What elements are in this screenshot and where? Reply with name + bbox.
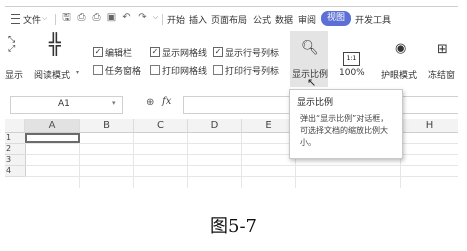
eye-protection-label[interactable]: 护眼模式 (381, 68, 417, 81)
zoom-in-icon[interactable]: ⊕ (146, 97, 154, 108)
zoom-tooltip: 显示比例 弹出“显示比例”对话框，可选择文档的缩放比例大小。 (289, 89, 403, 159)
row-header-3[interactable]: 3 (5, 155, 26, 166)
normal-view-icon[interactable]: ⤡ ⤢ (8, 36, 15, 54)
gridline (241, 133, 242, 188)
checkbox-show-headers-label[interactable]: 显示行号列标 (225, 46, 279, 59)
divider (162, 14, 163, 25)
select-all-corner[interactable] (5, 119, 25, 133)
reading-mode-icon[interactable]: ╬ (49, 33, 61, 55)
column-header-b[interactable]: B (80, 119, 134, 133)
tooltip-body: 弹出“显示比例”对话框，可选择文档的缩放比例大小。 (300, 114, 389, 147)
eye-protection-icon[interactable]: ◉ (395, 42, 406, 56)
tab-data[interactable]: 数据 (275, 13, 293, 26)
checkbox-print-headers[interactable] (213, 65, 223, 75)
gridline (133, 133, 134, 188)
redo-icon[interactable]: ↷ (137, 12, 148, 23)
row-header-2[interactable]: 2 (5, 144, 26, 155)
tab-insert[interactable]: 插入 (189, 13, 207, 26)
zoom-100-icon[interactable]: 1:1 (343, 52, 360, 66)
divider (55, 14, 56, 25)
file-menu[interactable]: 文件 (23, 13, 41, 26)
tab-view[interactable]: 视图 (321, 11, 351, 26)
tab-formulas[interactable]: 公式 (253, 13, 271, 26)
checkbox-print-headers-label[interactable]: 打印行号列标 (225, 64, 279, 77)
name-box[interactable]: A1 ▾ (10, 96, 123, 114)
tab-review[interactable]: 审阅 (298, 13, 316, 26)
checkbox-show-headers[interactable]: ✓ (213, 47, 223, 57)
checkbox-print-gridlines[interactable] (150, 65, 160, 75)
undo-icon[interactable]: ↶ (121, 12, 132, 23)
file-dropdown-icon[interactable]: ⌵ (42, 14, 47, 23)
checkbox-print-gridlines-label[interactable]: 打印网格线 (162, 64, 207, 77)
freeze-panes-icon[interactable]: ⊞ (437, 43, 448, 57)
save-icon[interactable]: 🖫 (61, 12, 72, 23)
column-header-e[interactable]: E (242, 119, 296, 133)
tab-developer[interactable]: 开发工具 (355, 13, 391, 26)
reading-mode-dropdown-icon[interactable]: ▾ (76, 69, 79, 76)
row-header-4[interactable]: 4 (5, 166, 26, 177)
freeze-panes-label[interactable]: 冻结窗 (428, 68, 455, 81)
checkbox-formula-bar[interactable]: ✓ (93, 47, 103, 57)
menu-bar: 文件 ⌵ 🖫 ⎙ ⎙ ▣ ↶ ↷ ⌵ 开始 插入 页面布局 公式 数据 审阅 视… (5, 10, 458, 30)
figure-caption: 图5-7 (210, 216, 257, 237)
chevron-down-icon[interactable]: ▾ (112, 99, 116, 107)
checkbox-formula-bar-label[interactable]: 编辑栏 (105, 46, 132, 59)
top-border (5, 6, 458, 7)
column-header-d[interactable]: D (188, 119, 242, 133)
print-icon[interactable]: ⎙ (91, 12, 102, 23)
fx-icon[interactable]: fx (162, 96, 171, 107)
column-header-h[interactable]: H (401, 119, 458, 133)
tab-page-layout[interactable]: 页面布局 (211, 13, 247, 26)
print-preview-icon[interactable]: ⎙ (76, 12, 87, 23)
mouse-cursor-icon: ↖ (307, 76, 317, 89)
wps-window: 文件 ⌵ 🖫 ⎙ ⎙ ▣ ↶ ↷ ⌵ 开始 插入 页面布局 公式 数据 审阅 视… (5, 6, 458, 188)
normal-view-label[interactable]: 显示 (5, 68, 23, 81)
zoom-magnifier-icon: 🔍︎ (301, 40, 319, 56)
selected-cell-a1[interactable] (25, 133, 80, 143)
column-header-c[interactable]: C (134, 119, 188, 133)
checkbox-task-pane-label[interactable]: 任务窗格 (105, 64, 141, 77)
checkbox-task-pane[interactable] (93, 65, 103, 75)
row-header-1[interactable]: 1 (5, 133, 26, 144)
menu-icon[interactable] (11, 14, 20, 24)
more-icon[interactable]: ⌵ (150, 12, 161, 23)
name-box-value: A1 (58, 99, 70, 109)
tab-home[interactable]: 开始 (167, 13, 185, 26)
checkbox-show-gridlines[interactable]: ✓ (150, 47, 160, 57)
zoom-button[interactable]: 🔍︎ 显示比例 ↖ (290, 31, 328, 89)
preview-icon[interactable]: ▣ (106, 12, 117, 23)
gridline (187, 133, 188, 188)
ribbon: ⤡ ⤢ 显示 ╬ 阅读模式 ▾ ✓ 编辑栏 ✓ 显示网格线 ✓ 显示行号列标 任务… (5, 31, 458, 91)
column-header-a[interactable]: A (25, 119, 80, 133)
zoom-100-label[interactable]: 100% (339, 68, 365, 78)
reading-mode-label[interactable]: 阅读模式 (34, 68, 70, 81)
tooltip-title: 显示比例 (297, 98, 334, 108)
checkbox-show-gridlines-label[interactable]: 显示网格线 (162, 46, 207, 59)
